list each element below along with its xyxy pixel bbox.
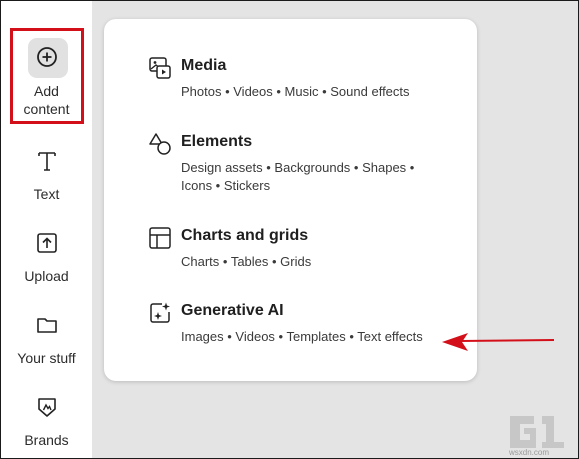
- sidebar-item-upload[interactable]: Upload: [1, 231, 92, 285]
- add-content-panel: Media Photos • Videos • Music • Sound ef…: [104, 19, 477, 381]
- pointer-arrow-icon: [442, 333, 555, 351]
- sidebar-item-label: Your stuff: [17, 350, 76, 366]
- highlight-box: [10, 28, 84, 124]
- section-title: Charts and grids: [181, 227, 309, 244]
- sidebar-item-text[interactable]: Text: [1, 149, 92, 203]
- sidebar-item-label: Brands: [24, 432, 69, 448]
- section-title: Generative AI: [181, 302, 284, 319]
- left-sidebar: Add content Text Upload Your stuff Brand…: [1, 1, 92, 458]
- sidebar-item-brands[interactable]: Brands: [1, 395, 92, 449]
- text-t-icon: [37, 152, 56, 171]
- section-description: Images • Videos • Templates • Text effec…: [181, 329, 423, 344]
- brand-icon: [37, 398, 56, 417]
- folder-icon: [36, 318, 57, 333]
- grid-layout-icon: [149, 227, 171, 249]
- sidebar-item-your-stuff[interactable]: Your stuff: [1, 313, 92, 367]
- sidebar-item-label: Upload: [24, 268, 69, 284]
- shapes-icon: [149, 133, 171, 155]
- sparkle-icon: [150, 302, 170, 323]
- section-description: Design assets • Backgrounds • Shapes • I…: [181, 160, 415, 193]
- section-title: Elements: [181, 133, 253, 150]
- watermark-text: wsxdn.com: [509, 448, 550, 457]
- section-description: Charts • Tables • Grids: [181, 254, 312, 269]
- section-title: Media: [181, 57, 227, 74]
- media-icon: [149, 57, 171, 79]
- sidebar-item-label: Text: [33, 186, 60, 202]
- section-description: Photos • Videos • Music • Sound effects: [181, 84, 410, 99]
- upload-icon: [36, 233, 57, 253]
